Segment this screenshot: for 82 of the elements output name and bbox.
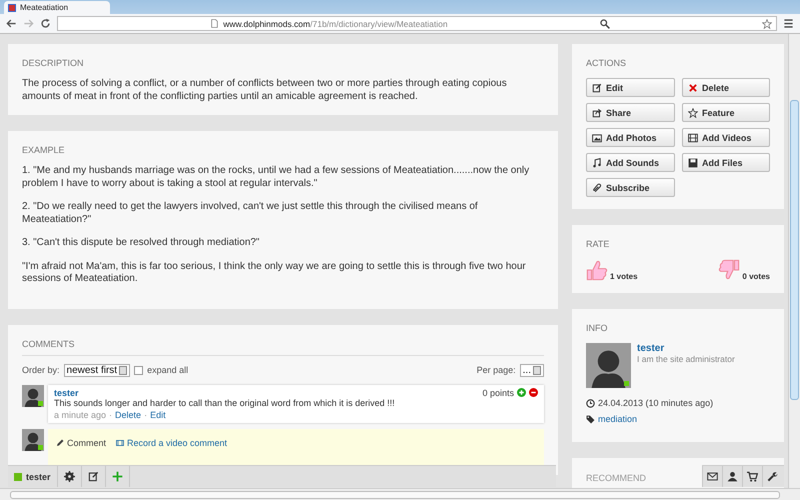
section-heading: DESCRIPTION bbox=[22, 58, 85, 68]
wrench-icon[interactable] bbox=[767, 471, 778, 482]
zoom-icon[interactable] bbox=[600, 18, 610, 28]
order-label: Order by: bbox=[22, 365, 60, 375]
tag-link[interactable]: mediation bbox=[598, 414, 638, 424]
user-icon[interactable] bbox=[727, 471, 738, 482]
comment-action-link[interactable]: Edit bbox=[150, 410, 166, 420]
composer-link[interactable]: Record a video comment bbox=[116, 438, 228, 448]
order-dropdown[interactable]: newest first bbox=[64, 364, 130, 376]
section-heading: COMMENTS bbox=[22, 338, 544, 356]
user-silhouette-icon bbox=[22, 384, 44, 406]
film-icon bbox=[688, 132, 698, 142]
action-button[interactable]: Share bbox=[586, 103, 675, 122]
section-heading: EXAMPLE bbox=[22, 145, 66, 155]
per-page-label: Per page: bbox=[476, 365, 516, 375]
reload-icon[interactable] bbox=[40, 18, 51, 29]
scrollbar-thumb[interactable] bbox=[790, 100, 799, 400]
music-note-icon bbox=[592, 158, 602, 168]
section-heading: RATE bbox=[586, 239, 610, 249]
checkbox-label: expand all bbox=[147, 365, 188, 375]
pencil-icon bbox=[56, 438, 64, 446]
cart-icon[interactable] bbox=[747, 471, 758, 482]
action-button[interactable]: Add Sounds bbox=[586, 153, 675, 172]
star-icon[interactable] bbox=[762, 18, 772, 28]
section-heading: ACTIONS bbox=[586, 58, 628, 68]
comment-author-link[interactable]: tester bbox=[54, 388, 79, 398]
section-heading: RECOMMEND bbox=[586, 473, 646, 483]
comment-time: a minute ago bbox=[54, 410, 106, 420]
action-button[interactable]: Add Photos bbox=[586, 128, 675, 147]
user-menu-button[interactable]: tester bbox=[8, 466, 58, 487]
vote-count: 1 votes bbox=[610, 272, 638, 281]
tab-title: Meateatiation bbox=[20, 3, 68, 12]
separator-dot: · bbox=[109, 410, 112, 420]
scrollbar-thumb[interactable] bbox=[10, 490, 780, 498]
vote-count: 0 votes bbox=[742, 272, 770, 281]
author-status: I am the site administrator bbox=[637, 354, 735, 364]
share-icon bbox=[592, 108, 602, 118]
comment-text: This sounds longer and harder to call than the original word from which it is derived !!! bbox=[54, 398, 396, 408]
mail-icon[interactable] bbox=[707, 471, 718, 482]
author-name-link[interactable]: tester bbox=[637, 343, 735, 354]
section-heading: INFO bbox=[586, 323, 608, 333]
minus-circle-icon[interactable] bbox=[529, 388, 538, 397]
example-paragraph: 3. "Can't this dispute be resolved through mediation?" bbox=[22, 237, 260, 250]
settings-icon[interactable] bbox=[64, 471, 75, 482]
menu-icon[interactable] bbox=[783, 18, 794, 29]
tag-icon bbox=[586, 414, 595, 424]
composer-link[interactable]: Comment bbox=[56, 438, 106, 448]
favicon-icon bbox=[8, 4, 16, 12]
user-silhouette-icon bbox=[22, 428, 44, 450]
description-text: The process of solving a conflict, or a number of conflicts between two or more parties through eating copious amounts of meat in front of the conflicting parties until an amicable agreement is reached. bbox=[22, 78, 508, 103]
page-icon bbox=[210, 19, 220, 28]
action-button[interactable]: Subscribe bbox=[586, 178, 675, 197]
example-paragraph: 1. "Me and my husbands marriage was on the rocks, until we had a few sessions of Meateatiation.......now the only problem I have to worry about is taking a stool at regular intervals." bbox=[22, 165, 530, 190]
action-button[interactable]: Delete bbox=[682, 78, 770, 97]
address-bar[interactable]: www.dolphinmods.com/71b/m/dictionary/view/Meateatiation bbox=[57, 16, 777, 31]
post-date: 24.04.2013 (10 minutes ago) bbox=[598, 398, 714, 408]
back-icon[interactable] bbox=[6, 18, 17, 29]
clock-icon bbox=[586, 398, 595, 408]
paperclip-icon bbox=[592, 182, 602, 192]
close-icon bbox=[688, 82, 698, 92]
comment-action-link[interactable]: Delete bbox=[115, 410, 142, 420]
film-icon bbox=[116, 438, 124, 446]
user-silhouette-icon bbox=[586, 343, 631, 388]
example-paragraph: 2. "Do we really need to get the lawyers involved, can't we just settle this through the civilised means of Meateatiation?" bbox=[22, 201, 479, 226]
plus-circle-icon[interactable] bbox=[517, 388, 526, 397]
browser-tab[interactable]: Meateatiation bbox=[4, 1, 110, 14]
separator-dot: · bbox=[144, 410, 148, 420]
action-button[interactable]: Feature bbox=[682, 103, 770, 122]
thumbs-down-icon[interactable] bbox=[718, 259, 740, 281]
star-icon bbox=[688, 108, 698, 118]
url-text: www.dolphinmods.com/71b/m/dictionary/view/Meateatiation bbox=[223, 18, 448, 28]
edit-icon[interactable] bbox=[88, 471, 99, 482]
action-button[interactable]: Add Files bbox=[682, 153, 770, 172]
example-paragraph: "I'm afraid not Ma'am, this is far too serious, I think the only way we are going to settle this is through five two hour sessions of Meateatiation. bbox=[22, 260, 527, 286]
points-count: 0 points bbox=[482, 388, 514, 398]
thumbs-up-icon[interactable] bbox=[586, 259, 608, 281]
action-button[interactable]: Add Videos bbox=[682, 128, 770, 147]
expand-all-checkbox[interactable] bbox=[134, 366, 144, 374]
picture-icon bbox=[592, 132, 602, 142]
edit-icon bbox=[592, 82, 602, 92]
per-page-dropdown[interactable]: ... bbox=[520, 364, 544, 376]
action-button[interactable]: Edit bbox=[586, 78, 675, 97]
